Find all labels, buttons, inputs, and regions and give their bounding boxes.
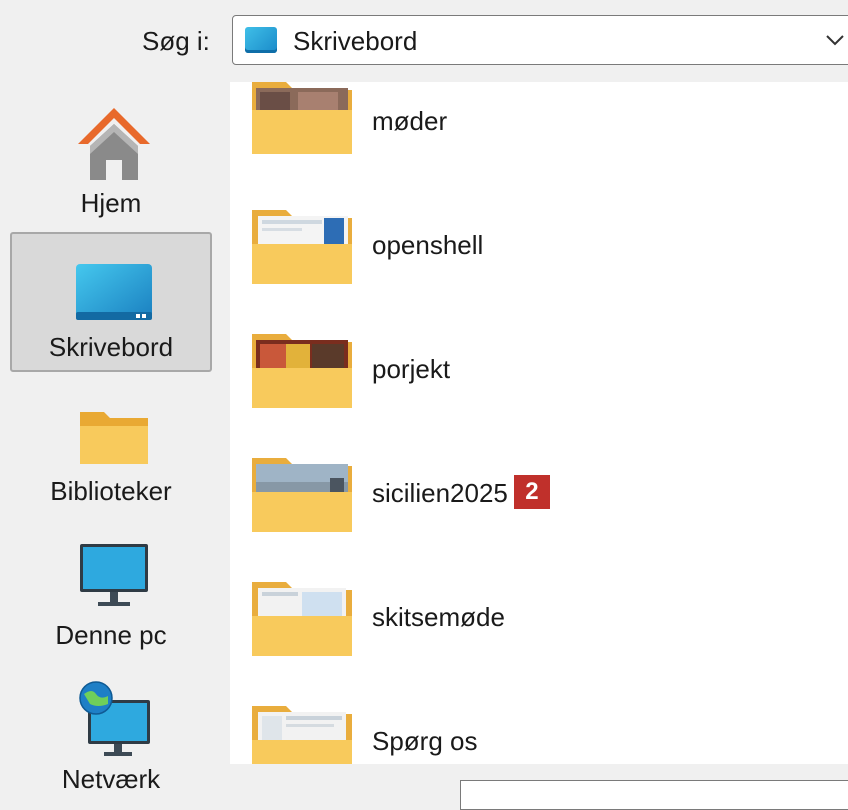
chevron-down-icon[interactable] bbox=[823, 30, 847, 50]
sidebar-item-skrivebord[interactable]: Skrivebord bbox=[10, 232, 212, 372]
sidebar-item-label: Netværk bbox=[61, 764, 161, 794]
desktop-icon bbox=[76, 264, 152, 320]
list-item[interactable]: Spørg os bbox=[230, 702, 848, 764]
places-sidebar: Hjem Skrivebord Biblioteker Denne pc Net… bbox=[0, 82, 218, 796]
list-item[interactable]: porjekt bbox=[230, 330, 848, 450]
file-list: møder openshell porjekt sicilien2025 2 s… bbox=[230, 82, 848, 764]
file-name: skitsemøde bbox=[372, 602, 505, 632]
folder-icon bbox=[252, 706, 352, 764]
folder-icon bbox=[252, 82, 352, 154]
look-in-bar: Søg i: Skrivebord bbox=[0, 0, 848, 82]
home-icon bbox=[78, 108, 150, 180]
folder-icon bbox=[80, 412, 148, 464]
folder-icon bbox=[252, 582, 352, 656]
file-name: møder bbox=[372, 106, 448, 136]
folder-icon bbox=[252, 458, 352, 532]
look-in-label: Søg i: bbox=[142, 26, 210, 56]
file-name: sicilien2025 2 bbox=[372, 475, 550, 512]
network-icon bbox=[79, 681, 150, 756]
list-item[interactable]: skitsemøde bbox=[230, 578, 848, 698]
file-name-input[interactable] bbox=[460, 780, 848, 810]
sidebar-item-netvaerk[interactable]: Netværk bbox=[10, 664, 212, 796]
monitor-icon bbox=[80, 544, 148, 606]
file-name: porjekt bbox=[372, 354, 451, 384]
file-name: Spørg os bbox=[372, 726, 478, 756]
folder-icon bbox=[252, 334, 352, 408]
list-item[interactable]: openshell bbox=[230, 206, 848, 326]
sidebar-item-label: Skrivebord bbox=[48, 332, 174, 362]
sidebar-item-label: Biblioteker bbox=[50, 476, 172, 506]
look-in-value: Skrivebord bbox=[293, 26, 418, 56]
list-item[interactable]: sicilien2025 2 bbox=[230, 454, 848, 574]
sidebar-item-biblioteker[interactable]: Biblioteker bbox=[10, 376, 212, 516]
sidebar-item-label: Hjem bbox=[80, 188, 142, 218]
sidebar-item-hjem[interactable]: Hjem bbox=[10, 88, 212, 228]
annotation-badge: 2 bbox=[513, 475, 550, 510]
folder-icon bbox=[252, 210, 352, 284]
sidebar-item-denne-pc[interactable]: Denne pc bbox=[10, 520, 212, 660]
look-in-dropdown[interactable]: Skrivebord bbox=[232, 15, 848, 65]
desktop-icon bbox=[245, 27, 277, 53]
sidebar-item-label: Denne pc bbox=[55, 620, 167, 650]
list-item[interactable]: møder bbox=[230, 82, 848, 202]
file-name: openshell bbox=[372, 230, 484, 260]
